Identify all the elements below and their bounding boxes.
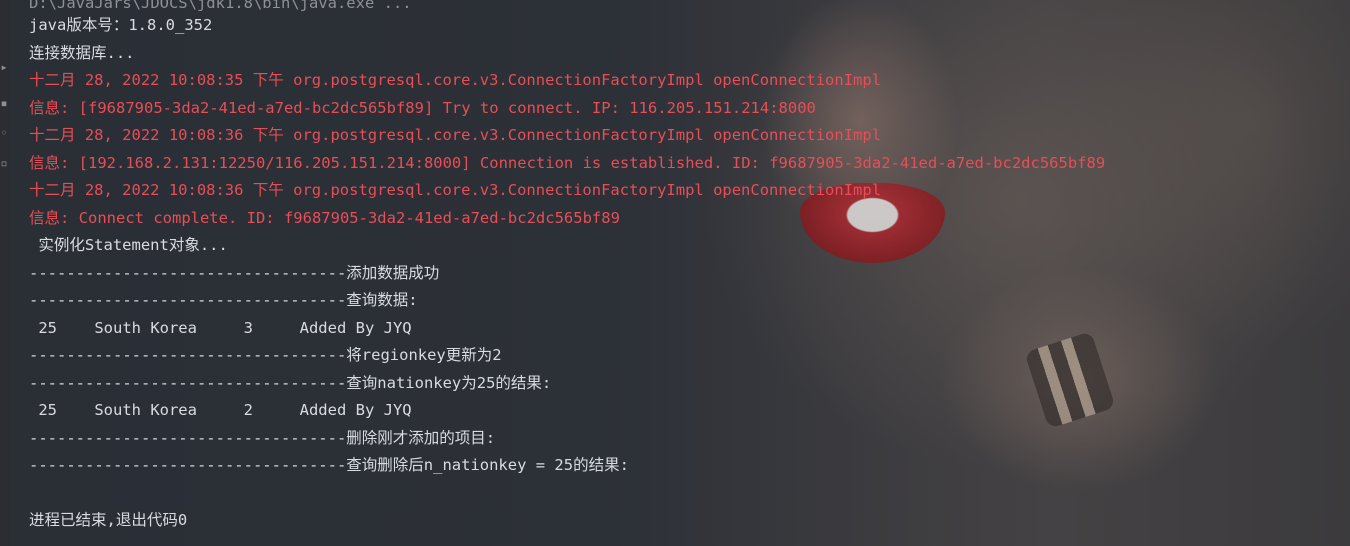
console-line-log-timestamp: 十二月 28, 2022 10:08:36 下午 org.postgresql.… [29, 126, 882, 144]
run-console-output[interactable]: D:\JavaJars\JDOCS\jdk1.8\bin\java.exe ..… [0, 0, 1350, 546]
console-line-delete: ----------------------------------删除刚才添加… [29, 429, 496, 447]
console-line-connecting: 连接数据库... [29, 44, 135, 62]
console-line-log-timestamp: 十二月 28, 2022 10:08:35 下午 org.postgresql.… [29, 71, 882, 89]
console-line-query-header: ----------------------------------查询nati… [29, 374, 552, 392]
console-line-log-info: 信息: [192.168.2.131:12250/116.205.151.214… [29, 154, 1106, 172]
console-line-insert-success: ----------------------------------添加数据成功 [29, 264, 440, 282]
console-line-log-info: 信息: Connect complete. ID: f9687905-3da2-… [29, 209, 620, 227]
console-line-command: D:\JavaJars\JDOCS\jdk1.8\bin\java.exe ..… [29, 0, 412, 12]
console-line-process-exit: 进程已结束,退出代码0 [29, 511, 188, 529]
console-line-result-row: 25 South Korea 3 Added By JYQ [29, 319, 412, 337]
console-line-java-version: java版本号：1.8.0_352 [29, 16, 213, 34]
console-line-log-timestamp: 十二月 28, 2022 10:08:36 下午 org.postgresql.… [29, 181, 882, 199]
console-line-result-row: 25 South Korea 2 Added By JYQ [29, 401, 412, 419]
console-line-statement: 实例化Statement对象... [29, 236, 228, 254]
console-line-query-header: ----------------------------------查询数据: [29, 291, 418, 309]
console-line-log-info: 信息: [f9687905-3da2-41ed-a7ed-bc2dc565bf8… [29, 99, 816, 117]
console-line-query-after-delete: ----------------------------------查询删除后n… [29, 456, 629, 474]
console-line-update: ----------------------------------将regio… [29, 346, 502, 364]
